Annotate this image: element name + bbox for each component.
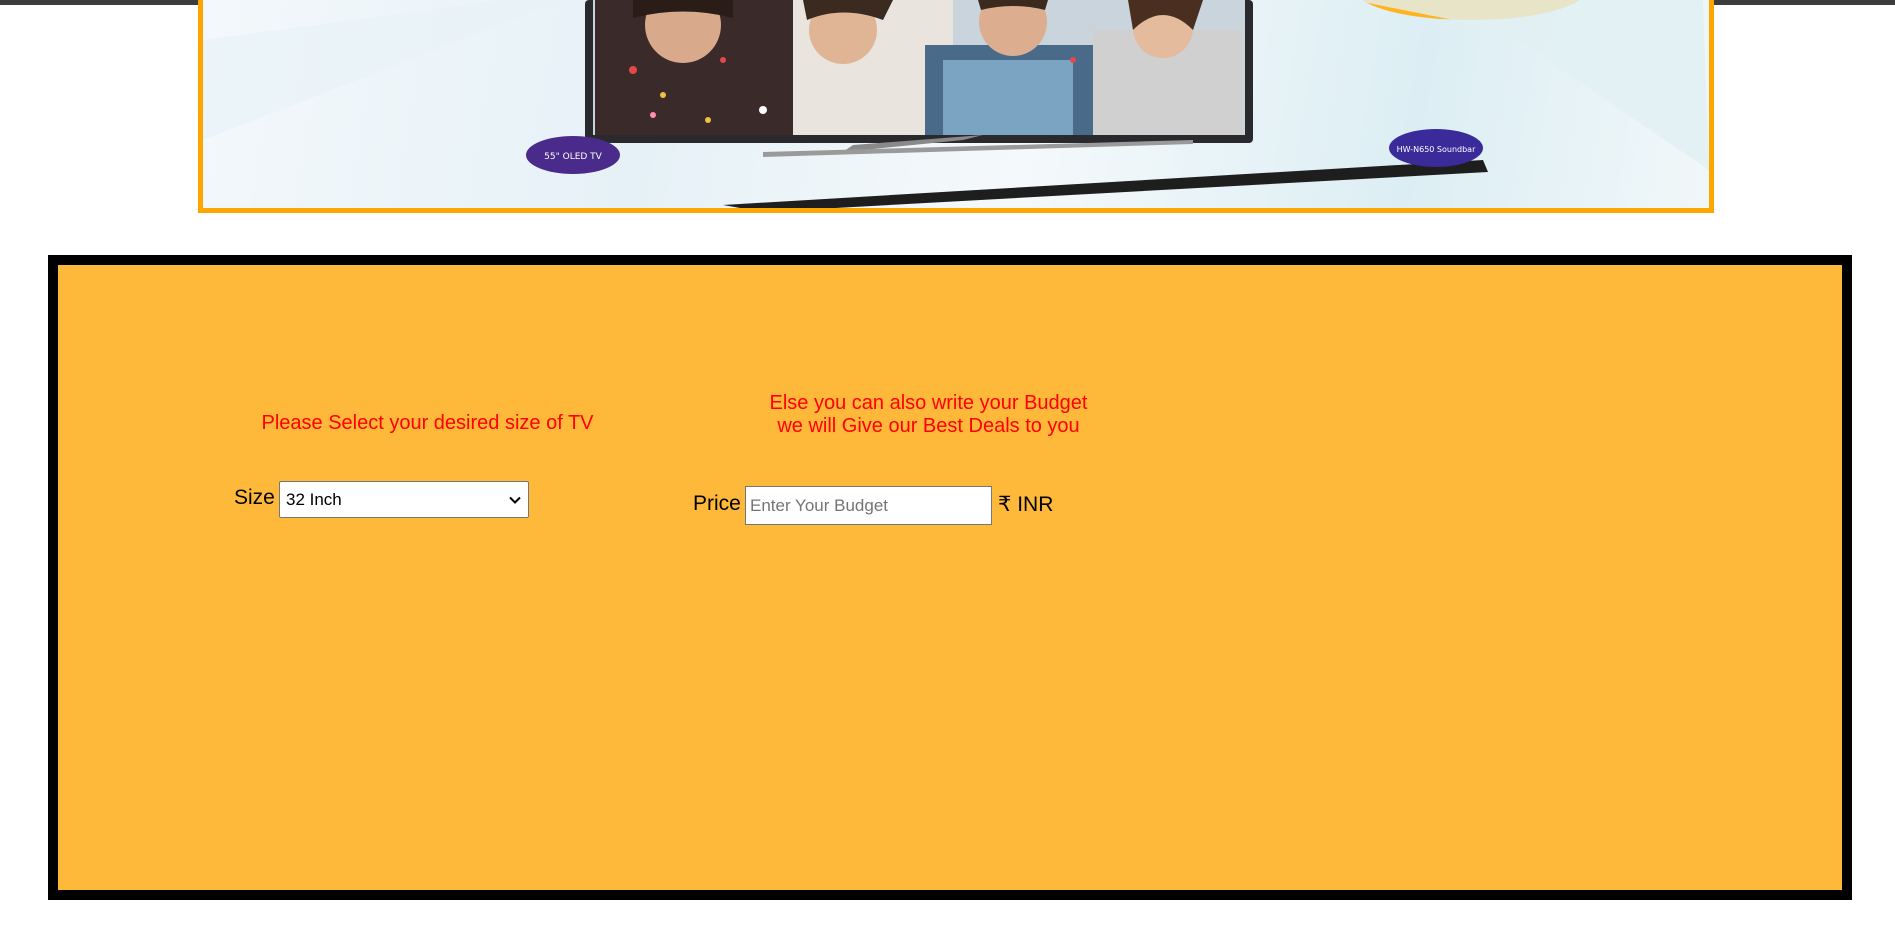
size-heading: Please Select your desired size of TV — [261, 412, 594, 434]
badge-left-text: 55" OLED TV — [544, 152, 603, 162]
budget-heading: Else you can also write your Budget we w… — [706, 392, 1151, 438]
promo-banner: 55" OLED TV HW-N650 Soundbar — [198, 0, 1714, 213]
price-label: Price — [693, 492, 741, 515]
badge-right-text: HW-N650 Soundbar — [1397, 145, 1476, 154]
size-label: Size — [234, 486, 275, 509]
budget-input[interactable] — [745, 486, 992, 525]
size-select[interactable]: 32 Inch — [279, 481, 529, 518]
size-selected-value: 32 Inch — [286, 489, 342, 509]
currency-label: ₹ INR — [998, 493, 1054, 516]
chevron-down-icon — [509, 496, 521, 504]
soundbar — [723, 160, 1488, 208]
tv-finder-panel: Please Select your desired size of TV Si… — [48, 255, 1852, 900]
banner-image: 55" OLED TV HW-N650 Soundbar — [203, 0, 1709, 208]
budget-heading-line1: Else you can also write your Budget — [769, 392, 1088, 414]
budget-heading-line2: we will Give our Best Deals to you — [777, 415, 1080, 437]
people-photo — [595, 0, 1243, 135]
